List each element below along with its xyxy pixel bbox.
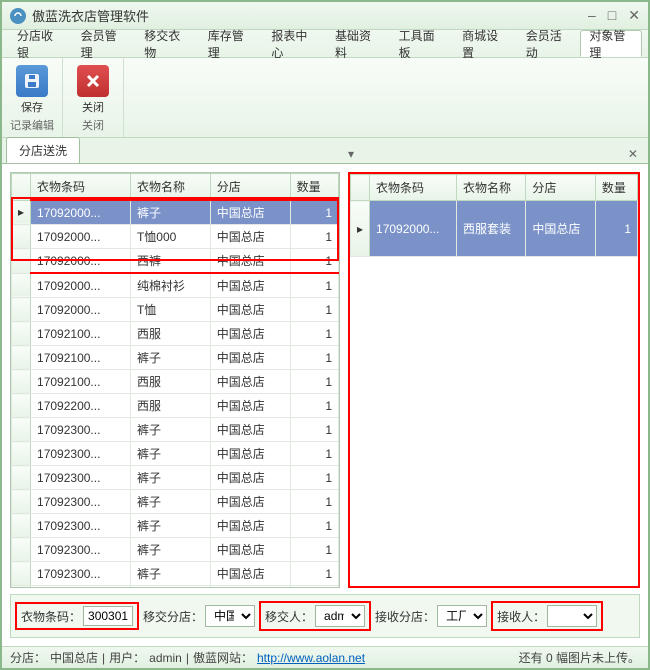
submit-person-field: 移交人： admin [259, 601, 371, 631]
submit-store-select[interactable]: 中国总 [205, 605, 255, 627]
menu-item-4[interactable]: 报表中心 [262, 30, 324, 57]
tab-dropdown-icon[interactable]: ▾ [342, 145, 360, 163]
submit-person-select[interactable]: admin [315, 605, 365, 627]
tab-branch-wash[interactable]: 分店送洗 [6, 137, 80, 163]
site-link[interactable]: http://www.aolan.net [257, 651, 365, 665]
table-row[interactable]: 17092300...裤子中国总店1 [12, 538, 339, 562]
minimize-button[interactable]: – [588, 7, 596, 24]
table-row[interactable]: 17092000...T恤中国总店1 [12, 298, 339, 322]
ribbon: 保存 记录编辑 关闭 关闭 [2, 58, 648, 138]
table-row[interactable]: 17092100...西服中国总店1 [12, 370, 339, 394]
statusbar: 分店：中国总店 | 用户：admin | 傲蓝网站： http://www.ao… [2, 646, 648, 668]
table-row[interactable]: 17092000...T恤000中国总店1 [12, 225, 339, 249]
receive-store-select[interactable]: 工厂 [437, 605, 487, 627]
column-header[interactable]: 数量 [290, 174, 338, 201]
menu-item-8[interactable]: 会员活动 [517, 30, 579, 57]
close-button[interactable]: 关闭 [69, 62, 117, 117]
app-window: 傲蓝洗衣店管理软件 – □ ✕ 分店收银会员管理移交衣物库存管理报表中心基础资料… [0, 0, 650, 670]
window-title: 傲蓝洗衣店管理软件 [32, 6, 588, 25]
table-row[interactable]: 17092300...裤子中国总店1 [12, 418, 339, 442]
column-header[interactable]: 数量 [595, 175, 637, 201]
content-area: 衣物条码衣物名称分店数量 ▸17092000...裤子中国总店117092000… [2, 164, 648, 646]
column-header[interactable]: 分店 [210, 174, 290, 201]
table-row[interactable]: 17092300...裤子中国总店1 [12, 466, 339, 490]
app-icon [10, 8, 26, 24]
column-header[interactable]: 衣物条码 [370, 175, 457, 201]
tab-close-icon[interactable]: ✕ [622, 145, 644, 163]
table-row[interactable]: 17092000...纯棉衬衫中国总店1 [12, 273, 339, 298]
barcode-input[interactable] [83, 606, 133, 626]
menu-item-6[interactable]: 工具面板 [390, 30, 452, 57]
receive-person-field: 接收人： [491, 601, 603, 631]
submit-store-field: 移交分店： 中国总 [143, 605, 255, 627]
receive-person-select[interactable] [547, 605, 597, 627]
menu-item-5[interactable]: 基础资料 [326, 30, 388, 57]
table-row[interactable]: 17092100...西服中国总店1 [12, 322, 339, 346]
menu-item-2[interactable]: 移交衣物 [135, 30, 197, 57]
save-button[interactable]: 保存 [8, 62, 56, 117]
right-table-container[interactable]: 衣物条码衣物名称分店数量 ▸17092000...西服套装中国总店1 [348, 172, 640, 588]
column-header[interactable]: 衣物名称 [456, 175, 525, 201]
table-row[interactable]: 17092200...西服中国总店1 [12, 394, 339, 418]
table-row[interactable]: 17092300...裤子中国总店1 [12, 514, 339, 538]
menu-item-7[interactable]: 商城设置 [453, 30, 515, 57]
table-row[interactable]: 17092000...西裤中国总店1 [12, 249, 339, 274]
tabstrip: 分店送洗 ▾ ✕ [2, 138, 648, 164]
menu-item-9[interactable]: 对象管理 [580, 30, 642, 57]
form-row: 衣物条码： 移交分店： 中国总 移交人： admin 接收分店： 工厂 接收人： [10, 594, 640, 638]
menubar: 分店收银会员管理移交衣物库存管理报表中心基础资料工具面板商城设置会员活动对象管理 [2, 30, 648, 58]
table-row[interactable]: 17092300...裤子中国总店1 [12, 442, 339, 466]
left-table: 衣物条码衣物名称分店数量 ▸17092000...裤子中国总店117092000… [11, 173, 339, 588]
table-row[interactable]: 17092100...裤子中国总店1 [12, 346, 339, 370]
table-row[interactable]: 17092300...裤子中国总店1 [12, 562, 339, 586]
table-row[interactable]: 17092300...裤子中国总店1 [12, 586, 339, 589]
right-table: 衣物条码衣物名称分店数量 ▸17092000...西服套装中国总店1 [350, 174, 638, 257]
table-row[interactable]: ▸17092000...西服套装中国总店1 [351, 201, 638, 257]
receive-store-field: 接收分店： 工厂 [375, 605, 487, 627]
maximize-button[interactable]: □ [608, 7, 616, 24]
menu-item-3[interactable]: 库存管理 [199, 30, 261, 57]
column-header[interactable]: 衣物名称 [130, 174, 210, 201]
close-window-button[interactable]: ✕ [628, 7, 640, 24]
column-header[interactable]: 分店 [526, 175, 595, 201]
barcode-field: 衣物条码： [15, 602, 139, 630]
table-row[interactable]: ▸17092000...裤子中国总店1 [12, 200, 339, 225]
menu-item-1[interactable]: 会员管理 [72, 30, 134, 57]
column-header[interactable]: 衣物条码 [31, 174, 131, 201]
left-table-container[interactable]: 衣物条码衣物名称分店数量 ▸17092000...裤子中国总店117092000… [10, 172, 340, 588]
menu-item-0[interactable]: 分店收银 [8, 30, 70, 57]
table-row[interactable]: 17092300...裤子中国总店1 [12, 490, 339, 514]
close-icon [77, 65, 109, 97]
save-icon [16, 65, 48, 97]
